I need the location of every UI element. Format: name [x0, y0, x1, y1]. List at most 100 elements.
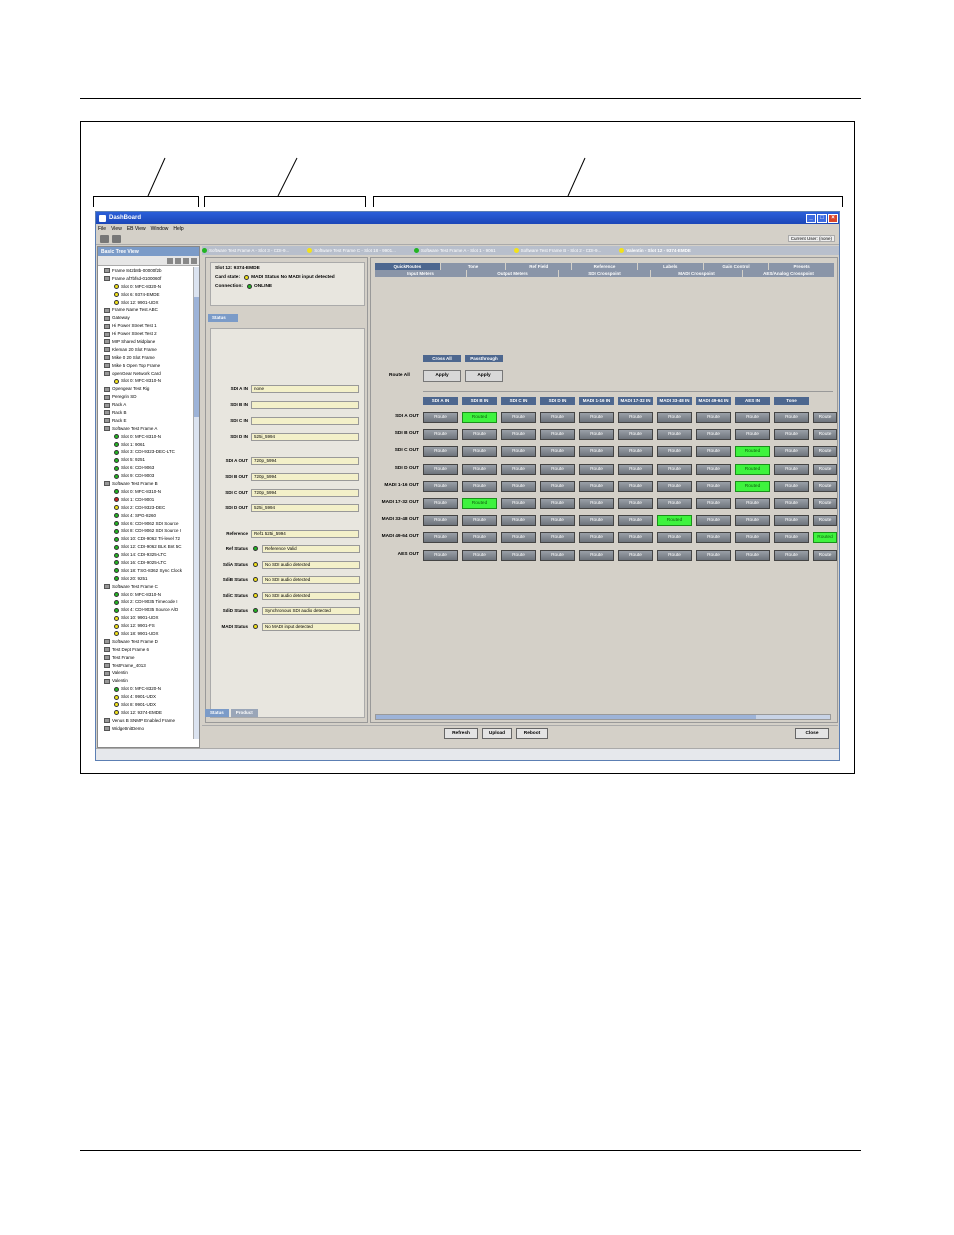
- routing-subtab[interactable]: Output Meters: [467, 270, 558, 277]
- menu-item[interactable]: View: [111, 226, 122, 232]
- routed-button[interactable]: Routed: [462, 412, 497, 423]
- route-button[interactable]: Route: [423, 446, 458, 458]
- route-button[interactable]: Route: [540, 515, 575, 527]
- route-button[interactable]: Route: [696, 463, 731, 475]
- tree-item[interactable]: Slot 20: 9251: [98, 575, 194, 583]
- close-button[interactable]: Close: [795, 728, 829, 739]
- route-button[interactable]: Route: [696, 480, 731, 492]
- upload-button[interactable]: Upload: [482, 728, 512, 739]
- tree-item[interactable]: Slot 16: CDI-9025-LTC: [98, 559, 194, 567]
- route-button[interactable]: Route: [657, 480, 692, 492]
- route-button[interactable]: Route: [501, 446, 536, 458]
- route-button[interactable]: Route: [501, 549, 536, 561]
- tree-item[interactable]: Slot 12: CDI-9062 BLK Bnt 5C: [98, 543, 194, 551]
- route-button[interactable]: Route: [813, 549, 837, 561]
- add-icon[interactable]: [175, 257, 181, 264]
- tree-item[interactable]: Slot 12: 9901-FS: [98, 622, 194, 630]
- routing-subtab[interactable]: Tone: [440, 263, 506, 270]
- route-button[interactable]: Route: [657, 446, 692, 458]
- tree-item[interactable]: Slot 18: TSG-8362 Sync Clock: [98, 567, 194, 575]
- tree-item[interactable]: WidgetInitDemo: [98, 725, 194, 733]
- routing-subtab[interactable]: Ref Field: [506, 263, 572, 270]
- route-button[interactable]: Route: [813, 412, 837, 423]
- route-button[interactable]: Route: [774, 515, 809, 527]
- tree-item[interactable]: Gateway: [98, 314, 194, 322]
- apply-passthrough-button[interactable]: Apply: [465, 370, 503, 382]
- route-button[interactable]: Route: [423, 480, 458, 492]
- routed-button[interactable]: Routed: [462, 498, 497, 509]
- tree-item[interactable]: Slot 14: CDI-9325-LTC: [98, 551, 194, 559]
- menu-item[interactable]: Window: [151, 226, 169, 232]
- tree-item[interactable]: Slot 0: MFC-8320-N: [98, 685, 194, 693]
- route-button[interactable]: Route: [735, 429, 770, 441]
- close-icon[interactable]: ×: [828, 213, 838, 223]
- routed-button[interactable]: Routed: [735, 480, 770, 492]
- route-button[interactable]: Route: [735, 412, 770, 423]
- route-button[interactable]: Route: [540, 549, 575, 561]
- route-button[interactable]: Route: [696, 429, 731, 441]
- tree-item[interactable]: Slot 8: CDI-9062 SDI Source I: [98, 527, 194, 535]
- route-button[interactable]: Route: [774, 498, 809, 509]
- route-button[interactable]: Route: [579, 412, 614, 423]
- tree-item[interactable]: Frame af7bfsd-0100060f: [98, 275, 194, 283]
- route-button[interactable]: Route: [423, 412, 458, 423]
- tree-item[interactable]: Rack E: [98, 417, 194, 425]
- route-button[interactable]: Route: [735, 498, 770, 509]
- tree-item[interactable]: Slot 0: MFC-8310-N: [98, 488, 194, 496]
- routed-button[interactable]: Routed: [735, 463, 770, 475]
- route-button[interactable]: Route: [540, 463, 575, 475]
- routing-subtab[interactable]: QuickRoutes: [375, 263, 440, 270]
- tree-item[interactable]: Hi Power Street Test 1: [98, 322, 194, 330]
- reboot-button[interactable]: Reboot: [516, 728, 548, 739]
- tree-item[interactable]: Slot 12: 9374-EMDE: [98, 709, 194, 717]
- route-button[interactable]: Route: [618, 498, 653, 509]
- route-button[interactable]: Route: [462, 480, 497, 492]
- route-button[interactable]: Route: [579, 480, 614, 492]
- route-button[interactable]: Route: [657, 429, 692, 441]
- tree-item[interactable]: Frame 842b8b-00000f2b: [98, 267, 194, 275]
- tree-item[interactable]: Slot 2: CDI-9323-DEC: [98, 504, 194, 512]
- route-button[interactable]: Route: [540, 532, 575, 544]
- route-button[interactable]: Route: [462, 463, 497, 475]
- tree-item[interactable]: Test Frame: [98, 654, 194, 662]
- tree-item[interactable]: Software Test Frame D: [98, 638, 194, 646]
- route-button[interactable]: Route: [462, 549, 497, 561]
- route-button[interactable]: Route: [735, 549, 770, 561]
- tree-item[interactable]: TestFrame_4013: [98, 662, 194, 670]
- route-button[interactable]: Route: [618, 549, 653, 561]
- route-button[interactable]: Route: [735, 532, 770, 544]
- tree-item[interactable]: Valentin: [98, 669, 194, 677]
- route-button[interactable]: Route: [813, 498, 837, 509]
- routing-subtab[interactable]: Input Meters: [375, 270, 466, 277]
- route-button[interactable]: Route: [813, 446, 837, 458]
- card-tab[interactable]: Software Test Frame B - Slot 2 - CDI-9..…: [513, 248, 601, 253]
- route-button[interactable]: Route: [579, 429, 614, 441]
- tree-item[interactable]: Hi Power Street Test 2: [98, 330, 194, 338]
- routing-subtab[interactable]: Presets: [769, 263, 835, 270]
- tree-item[interactable]: Slot 4: 9901-UDX: [98, 693, 194, 701]
- routing-subtab[interactable]: SDI Crosspoint: [559, 270, 650, 277]
- tree-item[interactable]: Slot 9: CDI-9003: [98, 472, 194, 480]
- route-button[interactable]: Route: [501, 429, 536, 441]
- settings-icon[interactable]: [191, 257, 197, 264]
- route-button[interactable]: Route: [501, 463, 536, 475]
- route-button[interactable]: Route: [774, 549, 809, 561]
- tree-item[interactable]: Slot 3: CDI-9323-DEC-LTC: [98, 448, 194, 456]
- route-button[interactable]: Route: [423, 515, 458, 527]
- route-button[interactable]: Route: [618, 515, 653, 527]
- tree-item[interactable]: Frame Name Test ABC: [98, 306, 194, 314]
- route-button[interactable]: Route: [657, 412, 692, 423]
- card-tab[interactable]: Software Test Frame A - Slot 3 - CDI-9..…: [202, 248, 289, 253]
- route-button[interactable]: Route: [579, 446, 614, 458]
- route-button[interactable]: Route: [696, 549, 731, 561]
- tree-item[interactable]: Rack B: [98, 409, 194, 417]
- route-button[interactable]: Route: [540, 498, 575, 509]
- route-button[interactable]: Route: [579, 515, 614, 527]
- tree-item[interactable]: Slot 6: CDI-9062 SDI Source: [98, 520, 194, 528]
- tree-item[interactable]: Slot 5: 9251: [98, 456, 194, 464]
- route-button[interactable]: Route: [696, 412, 731, 423]
- route-button[interactable]: Route: [423, 463, 458, 475]
- tree-item[interactable]: Slot 1: CDI-9001: [98, 496, 194, 504]
- tree-item[interactable]: Slot 0: MFC-8310-N: [98, 591, 194, 599]
- tree-item[interactable]: Opengear Test Rig: [98, 385, 194, 393]
